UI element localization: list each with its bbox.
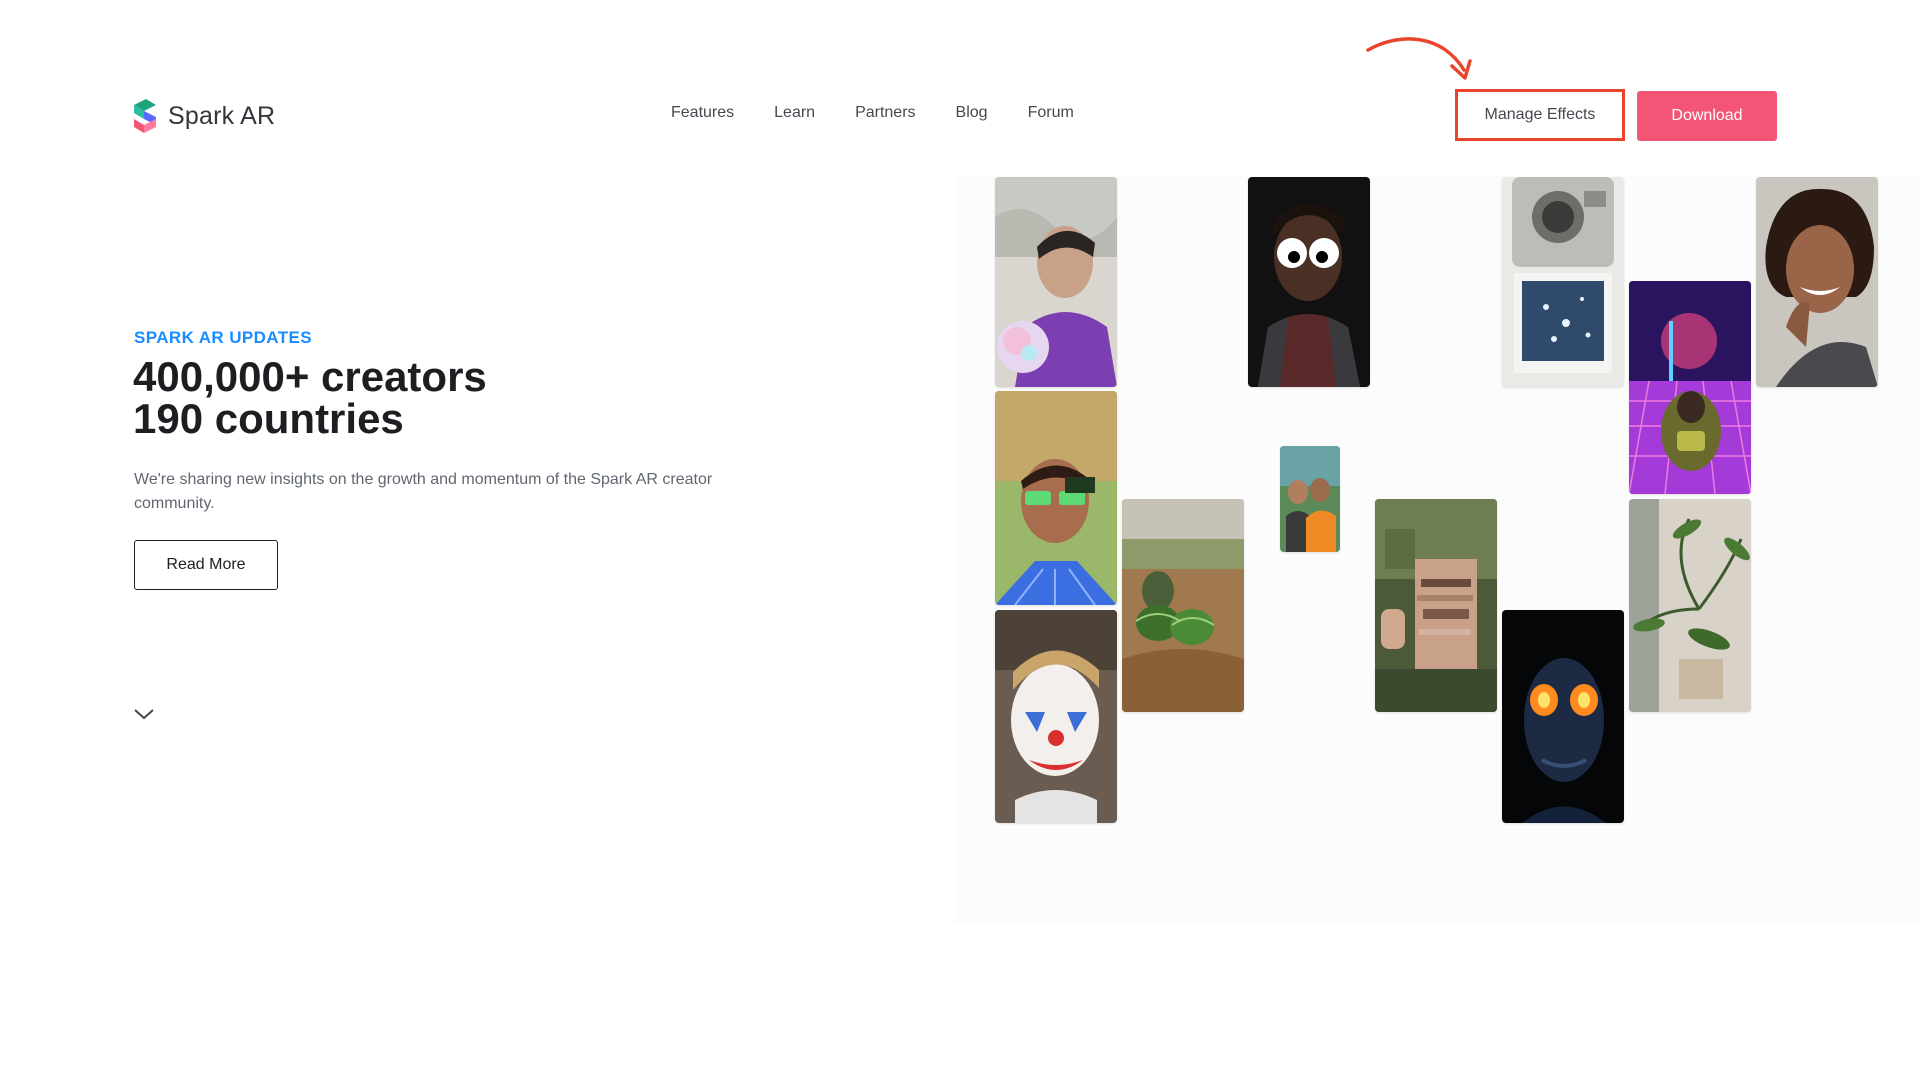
effect-tile-watermelons[interactable] xyxy=(1122,499,1244,712)
effect-tile-smiling-woman[interactable] xyxy=(1756,177,1878,387)
chevron-down-icon[interactable] xyxy=(132,706,156,722)
manage-effects-button[interactable]: Manage Effects xyxy=(1455,89,1625,141)
effect-tile-plant[interactable] xyxy=(1629,499,1751,712)
hero-headline: 400,000+ creators 190 countries xyxy=(133,356,487,440)
main-nav: Features Learn Partners Blog Forum xyxy=(671,104,1074,122)
download-button[interactable]: Download xyxy=(1637,91,1777,141)
effect-tile-glowing-eyes[interactable] xyxy=(1502,610,1624,823)
headline-line-2: 190 countries xyxy=(133,395,404,442)
annotation-arrow-icon xyxy=(1366,37,1472,80)
section-eyebrow: SPARK AR UPDATES xyxy=(134,328,312,347)
nav-item-partners[interactable]: Partners xyxy=(855,104,915,122)
effect-tile-bubble-portrait[interactable] xyxy=(995,177,1117,387)
nav-item-features[interactable]: Features xyxy=(671,104,734,122)
nav-item-blog[interactable]: Blog xyxy=(956,104,988,122)
nav-item-learn[interactable]: Learn xyxy=(774,104,815,122)
spark-ar-logo[interactable]: Spark AR xyxy=(130,96,275,136)
effect-tile-retro-racer[interactable] xyxy=(1629,281,1751,494)
effect-tile-googly-eyes[interactable] xyxy=(1248,177,1370,387)
effect-tile-two-friends[interactable] xyxy=(1280,446,1340,552)
effect-tile-camera-photo[interactable] xyxy=(1502,177,1624,387)
read-more-button[interactable]: Read More xyxy=(134,540,278,590)
effect-tile-game-glasses[interactable] xyxy=(995,391,1117,605)
effect-tile-pixel-face[interactable] xyxy=(1375,499,1497,712)
effect-tile-clown-face[interactable] xyxy=(995,610,1117,823)
hero-description: We're sharing new insights on the growth… xyxy=(134,471,713,512)
brand-name: Spark AR xyxy=(168,101,276,130)
nav-item-forum[interactable]: Forum xyxy=(1028,104,1074,122)
headline-line-1: 400,000+ creators xyxy=(133,353,487,400)
spark-ar-logo-icon xyxy=(134,99,156,133)
